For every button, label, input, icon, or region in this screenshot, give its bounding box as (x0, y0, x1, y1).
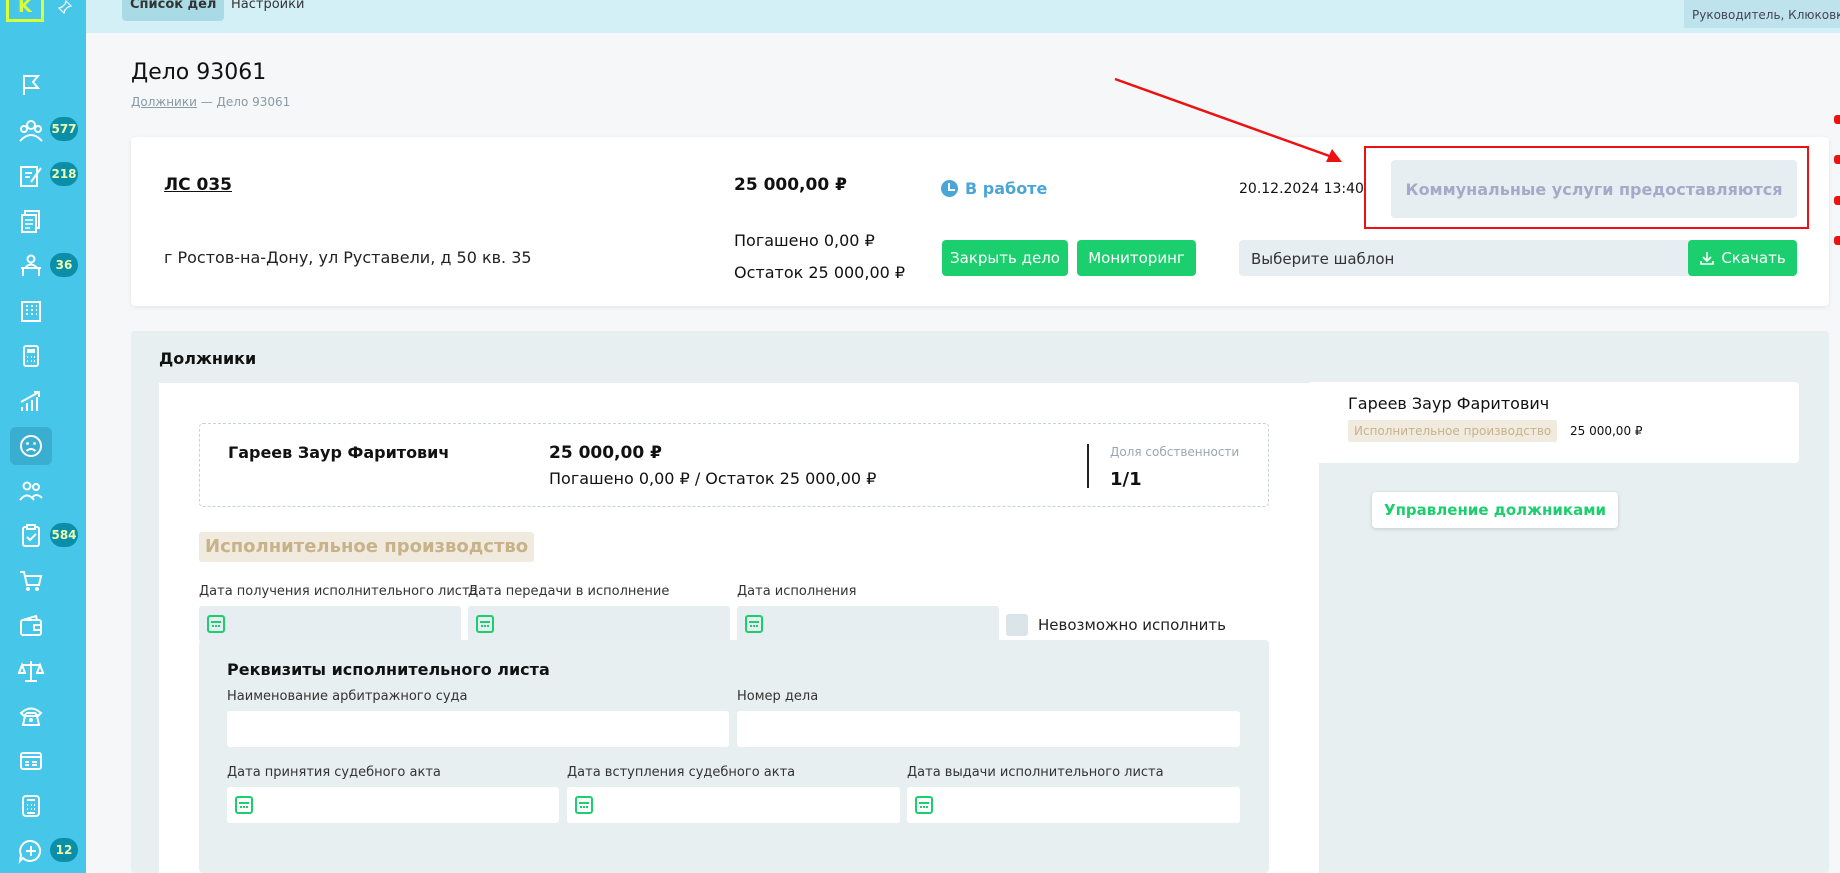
phone-icon[interactable] (10, 697, 52, 735)
chart-growth-icon[interactable] (10, 382, 52, 420)
tab-case-list[interactable]: Список дел (122, 0, 225, 21)
sad-face-icon[interactable] (10, 427, 52, 465)
calculator-icon[interactable] (10, 337, 52, 375)
section-title: Должники (159, 349, 257, 368)
breadcrumb-link-debtors[interactable]: Должники (131, 95, 197, 109)
chat-add-icon[interactable] (10, 832, 52, 870)
annotation-box (1364, 146, 1809, 229)
logo[interactable]: K (6, 0, 44, 22)
annotation-mark (1834, 115, 1840, 124)
share-label: Доля собственности (1110, 445, 1240, 459)
team-icon[interactable] (10, 472, 52, 510)
user-info[interactable]: Руководитель, Клюковка (1684, 0, 1840, 28)
top-bar: Список дел Настройки Руководитель, Клюко… (86, 0, 1840, 33)
badge-count: 36 (50, 253, 78, 277)
field-label: Дата передачи в исполнение (468, 584, 670, 599)
impossible-checkbox[interactable] (1006, 614, 1028, 636)
share-value: 1/1 (1110, 469, 1142, 490)
sidebar: K 577 218 36 584 12 (0, 0, 86, 873)
calendar-icon (575, 796, 593, 814)
annotation-mark (1834, 196, 1840, 205)
calendar-icon (476, 615, 494, 633)
clipboard-check-icon[interactable] (10, 517, 52, 555)
summary-amount: 25 000,00 ₽ (1570, 424, 1643, 438)
badge-count: 577 (50, 117, 78, 141)
case-status: В работе (941, 179, 1047, 198)
requisites-block: Реквизиты исполнительного листа Наименов… (199, 640, 1269, 873)
page-title: Дело 93061 (131, 60, 267, 85)
download-button[interactable]: Скачать (1688, 240, 1797, 276)
act-effective-input[interactable] (567, 787, 900, 823)
court-name-input[interactable] (227, 711, 729, 747)
field-label: Номер дела (737, 689, 819, 704)
requisites-title: Реквизиты исполнительного листа (227, 660, 550, 679)
users-group-icon[interactable] (10, 112, 52, 150)
divider (1087, 444, 1089, 488)
status-text: В работе (965, 179, 1048, 198)
summary-name: Гареев Заур Фаритович (1348, 394, 1550, 413)
calendar-icon (235, 796, 253, 814)
badge-count: 12 (50, 838, 78, 862)
debtor-details: Гареев Заур Фаритович 25 000,00 ₽ Погаше… (159, 383, 1319, 873)
issue-date-input[interactable] (907, 787, 1240, 823)
person-desk-icon[interactable] (10, 247, 52, 285)
documents-icon[interactable] (10, 202, 52, 240)
transfer-date-input[interactable] (468, 606, 730, 642)
close-case-button[interactable]: Закрыть дело (942, 240, 1068, 276)
badge-count: 218 (50, 162, 78, 186)
breadcrumb-separator: — (196, 95, 217, 109)
breadcrumb: Должники — Дело 93061 (131, 95, 290, 109)
tab-settings[interactable]: Настройки (223, 0, 312, 21)
debtor-name: Гареев Заур Фаритович (228, 443, 450, 462)
field-label: Наименование арбитражного суда (227, 689, 468, 704)
template-select-value: Выберите шаблон (1251, 250, 1395, 268)
field-label: Дата выдачи исполнительного листа (907, 765, 1164, 780)
case-datetime: 20.12.2024 13:40 (1239, 181, 1364, 197)
calendar-icon (915, 796, 933, 814)
download-icon (1700, 252, 1715, 265)
edit-note-icon[interactable] (10, 157, 52, 195)
debtor-amount: 25 000,00 ₽ (549, 443, 662, 463)
field-label: Дата получения исполнительного листа (199, 584, 478, 599)
address: г Ростов-на-Дону, ул Руставели, д 50 кв.… (164, 248, 532, 267)
building-icon[interactable] (10, 292, 52, 330)
wallet-icon[interactable] (10, 607, 52, 645)
monitoring-button[interactable]: Мониторинг (1077, 240, 1196, 276)
checkbox-label: Невозможно исполнить (1038, 616, 1226, 634)
card-list-icon[interactable] (10, 742, 52, 780)
field-label: Дата принятия судебного акта (227, 765, 441, 780)
calculator-grid-icon[interactable] (10, 787, 52, 825)
calendar-icon (207, 615, 225, 633)
case-amount: 25 000,00 ₽ (734, 175, 847, 195)
clock-icon (941, 180, 958, 197)
debtors-section: Должники Гареев Заур Фаритович 25 000,00… (131, 331, 1829, 873)
exec-date-input[interactable] (737, 606, 999, 642)
flag-icon[interactable] (10, 66, 52, 104)
account-link[interactable]: ЛС 035 (164, 175, 232, 195)
ep-badge: Исполнительное производство (199, 532, 535, 562)
field-label: Дата вступления судебного акта (567, 765, 796, 780)
debtor-balance: Погашено 0,00 ₽ / Остаток 25 000,00 ₽ (549, 469, 877, 488)
annotation-mark (1834, 155, 1840, 164)
act-date-input[interactable] (227, 787, 559, 823)
cart-icon[interactable] (10, 562, 52, 600)
debtor-card[interactable]: Гареев Заур Фаритович 25 000,00 ₽ Погаше… (199, 423, 1269, 507)
summary-badge: Исполнительное производство (1348, 420, 1558, 442)
badge-count: 584 (50, 523, 78, 547)
breadcrumb-current: Дело 93061 (216, 95, 291, 109)
case-paid: Погашено 0,00 ₽ (734, 231, 875, 250)
calendar-icon (745, 615, 763, 633)
scales-icon[interactable] (10, 652, 52, 690)
annotation-arrow (1114, 77, 1342, 162)
pin-icon[interactable] (57, 0, 73, 15)
download-label: Скачать (1721, 249, 1786, 267)
manage-debtors-button[interactable]: Управление должниками (1372, 492, 1618, 528)
case-remain: Остаток 25 000,00 ₽ (734, 263, 906, 282)
receive-date-input[interactable] (199, 606, 461, 642)
debtor-summary-card[interactable]: Гареев Заур Фаритович Исполнительное про… (1308, 382, 1799, 463)
annotation-mark (1834, 236, 1840, 245)
case-number-input[interactable] (737, 711, 1240, 747)
field-label: Дата исполнения (737, 584, 857, 599)
